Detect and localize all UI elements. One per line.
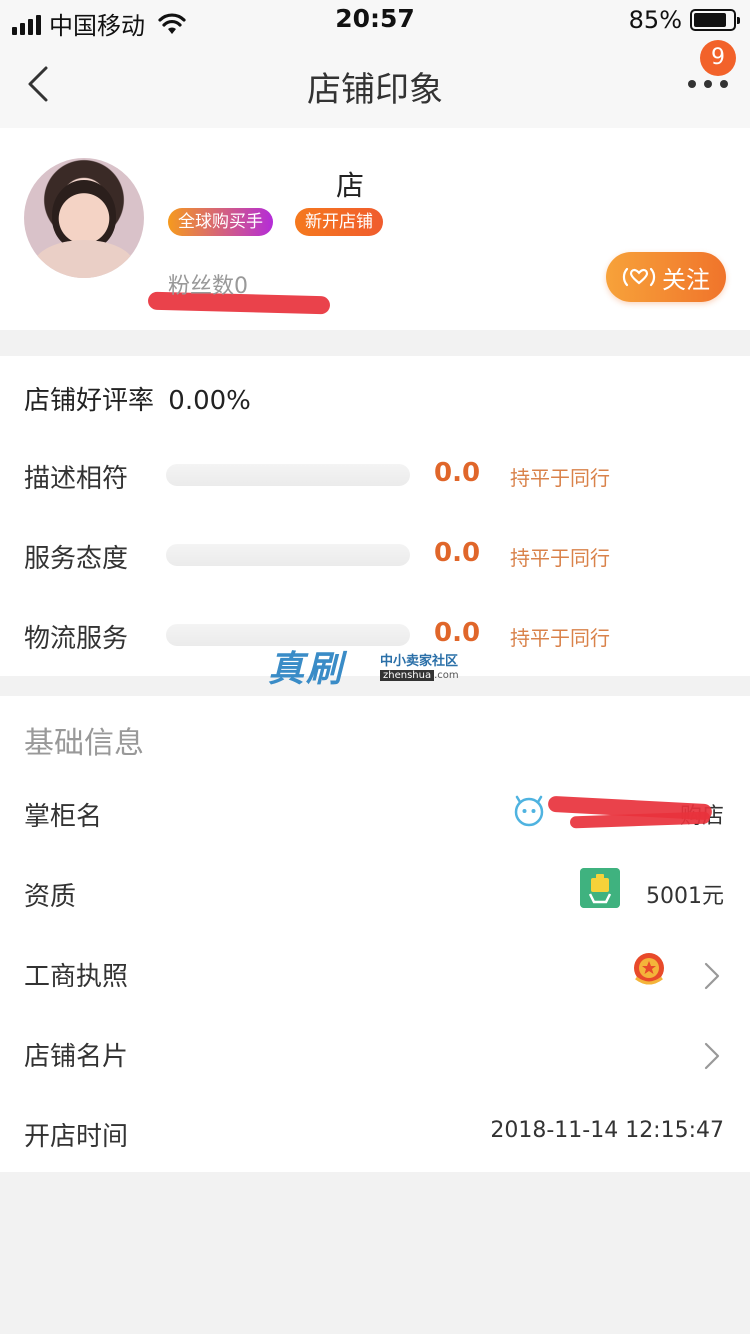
- shop-badges: 全球购买手 新开店铺: [168, 208, 383, 236]
- rating-row-description: 描述相符 0.0 持平于同行: [0, 436, 750, 516]
- info-row-shop-card[interactable]: 店铺名片: [0, 1016, 750, 1096]
- qualification-value: 5001元: [646, 884, 724, 909]
- info-label: 店铺名片: [24, 1042, 129, 1072]
- section-title: 基础信息: [24, 726, 144, 761]
- page-title: 店铺印象: [307, 70, 443, 110]
- battery-icon: [690, 9, 740, 31]
- chevron-right-icon[interactable]: [702, 1040, 722, 1072]
- battery-fill: [694, 13, 727, 27]
- follow-label: 关注: [662, 265, 710, 294]
- rating-compare: 持平于同行: [510, 466, 610, 490]
- rating-label: 描述相符: [24, 464, 129, 494]
- battery-percent: 85%: [628, 6, 682, 34]
- watermark-sub: 中小卖家社区: [380, 654, 459, 669]
- info-row-open-time: 开店时间 2018-11-14 12:15:47: [0, 1096, 750, 1176]
- rating-label: 物流服务: [24, 624, 129, 654]
- rating-bar: [166, 544, 410, 566]
- shop-name: 某某某某某购店: [168, 164, 364, 204]
- watermark-logo: 真刷 中小卖家社区 zhenshua .com: [268, 640, 498, 690]
- good-rate-title: 店铺好评率 0.00%: [24, 380, 251, 417]
- open-time-value: 2018-11-14 12:15:47: [490, 1118, 724, 1143]
- info-row-owner: 掌柜名 购店: [0, 776, 750, 856]
- basic-info-section: 基础信息 掌柜名 购店 资质 5001元 工商执照: [0, 696, 750, 1172]
- info-label: 资质: [24, 882, 77, 912]
- info-label: 工商执照: [24, 962, 129, 992]
- chevron-left-icon[interactable]: [18, 62, 62, 106]
- shop-name-suffix: 店: [336, 169, 365, 202]
- smile-icon: [514, 795, 544, 827]
- info-label: 开店时间: [24, 1122, 129, 1152]
- badge-new-store: 新开店铺: [295, 208, 383, 236]
- status-bar: 中国移动 20:57 85%: [0, 0, 750, 40]
- rating-row-service: 服务态度 0.0 持平于同行: [0, 516, 750, 596]
- rating-compare: 持平于同行: [510, 626, 610, 650]
- avatar[interactable]: [24, 158, 144, 278]
- badge-global-buyer: 全球购买手: [168, 208, 273, 236]
- shop-header: 某某某某某购店 全球购买手 新开店铺 粉丝数0 关注: [0, 128, 750, 330]
- rating-bar: [166, 464, 410, 486]
- heart-wave-icon: [622, 267, 656, 287]
- rating-compare: 持平于同行: [510, 546, 610, 570]
- national-emblem-icon: [634, 953, 664, 985]
- fans-count: 粉丝数0: [168, 274, 248, 299]
- rating-label: 服务态度: [24, 544, 129, 574]
- status-right: 85%: [628, 6, 740, 34]
- info-label: 掌柜名: [24, 802, 103, 832]
- rating-score: 0.0: [434, 458, 481, 488]
- watermark-url: zhenshua .com: [380, 670, 459, 681]
- chevron-right-icon[interactable]: [702, 960, 722, 992]
- follow-button[interactable]: 关注: [606, 252, 726, 302]
- rating-section: 店铺好评率 0.00% 描述相符 0.0 持平于同行 服务态度 0.0 持平于同…: [0, 356, 750, 676]
- good-rate-value: 0.00%: [168, 386, 251, 416]
- rating-score: 0.0: [434, 538, 481, 568]
- info-row-business-license[interactable]: 工商执照: [0, 936, 750, 1016]
- watermark-url-suffix: .com: [434, 670, 459, 681]
- nav-bar: 店铺印象 9: [0, 40, 750, 128]
- watermark-url-prefix: zhenshua: [380, 670, 435, 681]
- deposit-certificate-icon: [580, 868, 620, 908]
- watermark-main: 真刷: [268, 649, 345, 690]
- info-row-qualification: 资质 5001元: [0, 856, 750, 936]
- good-rate-label: 店铺好评率: [24, 386, 155, 416]
- notification-badge: 9: [700, 40, 736, 76]
